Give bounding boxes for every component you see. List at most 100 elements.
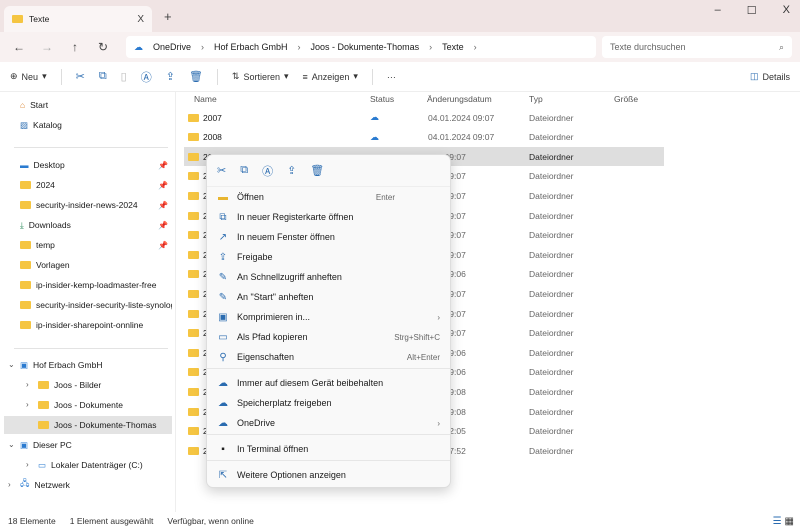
context-menu-item[interactable]: ☁ Immer auf diesem Gerät beibehalten — [207, 373, 450, 393]
new-button[interactable]: ⊕ Neu ▾ — [10, 71, 47, 82]
sidebar-item-quick[interactable]: Vorlagen — [20, 256, 172, 274]
minimize-button[interactable]: – — [715, 4, 721, 17]
chevron-icon[interactable]: › — [8, 480, 11, 489]
pin-icon[interactable]: 📌 — [158, 221, 168, 230]
address-bar[interactable]: ☁ OneDrive › Hof Erbach GmbH › Joos - Doku… — [126, 36, 596, 58]
pin-icon[interactable]: 📌 — [158, 161, 168, 170]
search-input[interactable]: Texte durchsuchen ⌕ — [602, 36, 792, 58]
sidebar-item-quick[interactable]: ip-insider-kemp-loadmaster-free — [20, 276, 172, 294]
pin-icon[interactable]: 📌 — [158, 241, 168, 250]
details-button[interactable]: ◫ Details — [750, 71, 790, 82]
context-menu-item[interactable]: ↗ In neuem Fenster öffnen — [207, 227, 450, 247]
column-header-status[interactable]: Status — [370, 94, 394, 104]
sidebar-item-tree[interactable]: Joos - Bilder — [38, 376, 172, 394]
sidebar-item-tree[interactable]: Joos - Dokumente — [38, 396, 172, 414]
navigation-pane: ⌂ Start ▨ Katalog ▬ Desktop 📌 2024 📌 security-i… — [0, 92, 176, 512]
close-tab-button[interactable]: X — [137, 14, 144, 25]
table-row[interactable]: 2008 ☁ 04.01.2024 09:07 Dateiordner — [184, 128, 664, 147]
sort-icon: ⇅ — [231, 71, 240, 81]
sidebar-item-quick[interactable]: 2024 📌 — [20, 176, 172, 194]
pin-icon[interactable]: 📌 — [158, 181, 168, 190]
cloud-status-icon: ☁ — [370, 112, 379, 122]
forward-icon[interactable]: → — [36, 40, 58, 54]
folder-icon — [188, 113, 199, 122]
context-menu-item[interactable]: ▭ Als Pfad kopieren Strg+Shift+C — [207, 327, 450, 347]
up-icon[interactable]: ↑ — [64, 40, 86, 54]
sidebar-item-start[interactable]: ⌂ Start — [20, 96, 172, 114]
back-icon[interactable]: ← — [8, 40, 30, 54]
share-icon[interactable]: ⇪ — [166, 70, 175, 83]
context-menu-item[interactable]: ✎ An Schnellzugriff anheften — [207, 267, 450, 287]
context-menu-item[interactable]: ✎ An "Start" anheften — [207, 287, 450, 307]
folder-icon — [188, 270, 199, 279]
sidebar-item-katalog[interactable]: ▨ Katalog — [20, 116, 172, 134]
sidebar-item-tree[interactable]: Joos - Dokumente-Thomas — [4, 416, 172, 434]
maximize-button[interactable]: ☐ — [747, 4, 757, 17]
share-icon[interactable]: ⇪ — [287, 164, 296, 177]
breadcrumb-item[interactable]: Texte — [442, 42, 464, 52]
chevron-icon[interactable]: ⌄ — [8, 440, 15, 449]
tab-texte[interactable]: Texte X — [4, 6, 152, 32]
view-button[interactable]: ≡ Anzeigen ▾ — [303, 71, 358, 82]
sidebar-item-label: Katalog — [33, 120, 62, 130]
context-menu-item[interactable]: ▬ Öffnen Enter — [207, 187, 450, 207]
sidebar-item-quick[interactable]: ▬ Desktop 📌 — [20, 156, 172, 174]
refresh-icon[interactable]: ↻ — [92, 40, 114, 54]
breadcrumb-item[interactable]: OneDrive — [153, 42, 191, 52]
rename-icon[interactable]: Ⓐ — [262, 163, 273, 179]
context-menu-label: Eigenschaften — [237, 352, 295, 362]
chevron-icon[interactable]: › — [26, 400, 29, 409]
folder-icon — [20, 201, 31, 209]
sidebar-item-quick[interactable]: security-insider-news-2024 📌 — [20, 196, 172, 214]
new-tab-button[interactable]: + — [164, 9, 172, 24]
pin-icon[interactable]: 📌 — [158, 201, 168, 210]
context-menu-item[interactable]: ☁ Speicherplatz freigeben — [207, 393, 450, 413]
chevron-icon[interactable]: ⌄ — [8, 360, 15, 369]
copy-icon[interactable]: ⧉ — [99, 70, 107, 83]
column-header-date[interactable]: Änderungsdatum — [427, 94, 492, 104]
sidebar-item-tree[interactable]: 🖧 Netzwerk — [20, 476, 172, 494]
context-menu-item[interactable]: ▣ Komprimieren in... › — [207, 307, 450, 327]
context-menu-item[interactable]: ⚲ Eigenschaften Alt+Enter — [207, 347, 450, 367]
breadcrumb-item[interactable]: Hof Erbach GmbH — [214, 42, 288, 52]
close-button[interactable]: X — [783, 4, 790, 17]
new-tab-icon: ⧉ — [219, 211, 227, 223]
rename-icon[interactable]: Ⓐ — [141, 69, 152, 85]
sidebar-item-quick[interactable]: temp 📌 — [20, 236, 172, 254]
sidebar-item-quick[interactable]: security-insider-security-liste-synology… — [20, 296, 172, 314]
context-menu-item[interactable]: ⇪ Freigabe — [207, 247, 450, 267]
new-label: Neu — [21, 71, 39, 82]
sidebar-item-tree[interactable]: ▣ Hof Erbach GmbH — [20, 356, 172, 374]
chevron-icon[interactable]: › — [26, 380, 29, 389]
sidebar-item-quick[interactable]: ip-insider-sharepoint-onnline — [20, 316, 172, 334]
cut-icon[interactable]: ✂ — [76, 70, 85, 83]
sort-button[interactable]: ⇅ Sortieren ▾ — [232, 71, 289, 82]
chevron-icon[interactable]: › — [26, 460, 29, 469]
column-header-name[interactable]: Name — [194, 94, 217, 104]
drive-icon: ▭ — [38, 459, 47, 470]
sidebar-item-quick[interactable]: ⤓ Downloads 📌 — [20, 216, 172, 234]
file-name: 2007 — [188, 113, 222, 123]
file-date: 04.01.2024 09:07 — [428, 132, 495, 143]
folder-icon — [188, 446, 199, 455]
context-menu-item[interactable]: ▪ In Terminal öffnen — [207, 439, 450, 459]
column-header-type[interactable]: Typ — [529, 94, 543, 104]
context-menu-item[interactable]: ☁ OneDrive › — [207, 413, 450, 433]
folder-icon — [188, 172, 199, 181]
sidebar-item-label: Desktop — [33, 160, 65, 170]
paste-icon[interactable]: ▯ — [121, 70, 127, 83]
details-view-icon[interactable]: ☰ — [773, 516, 782, 527]
sidebar-item-tree[interactable]: ▭ Lokaler Datenträger (C:) — [38, 456, 172, 474]
table-row[interactable]: 2007 ☁ 04.01.2024 09:07 Dateiordner — [184, 108, 664, 127]
context-menu-item[interactable]: ⧉ In neuer Registerkarte öffnen — [207, 207, 450, 227]
context-menu-item[interactable]: ⇱ Weitere Optionen anzeigen — [207, 465, 450, 485]
cut-icon[interactable]: ✂ — [217, 164, 226, 177]
delete-icon[interactable]: 🗑 — [310, 164, 324, 177]
sidebar-item-tree[interactable]: ▣ Dieser PC — [20, 436, 172, 454]
copy-icon[interactable]: ⧉ — [240, 164, 248, 177]
more-button[interactable]: ··· — [387, 72, 396, 82]
breadcrumb-item[interactable]: Joos - Dokumente-Thomas — [311, 42, 420, 52]
delete-icon[interactable]: 🗑 — [189, 70, 203, 83]
column-header-size[interactable]: Größe — [614, 94, 638, 104]
tiles-view-icon[interactable]: ▦ — [785, 516, 794, 527]
